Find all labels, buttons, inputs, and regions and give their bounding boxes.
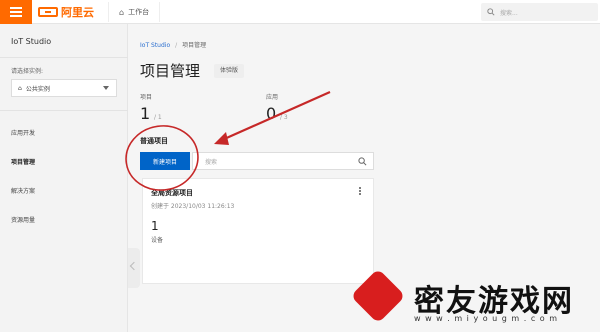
breadcrumb-separator: / [175, 42, 178, 49]
stat-app-limit: / 3 [280, 114, 288, 121]
project-card[interactable]: 全局资源项目 创建于 2023/10/03 11:26:13 1 设备 [142, 178, 374, 284]
aliyun-logo-icon [38, 7, 58, 17]
building-icon: ⌂ [18, 84, 22, 92]
instance-value: 公共实例 [25, 85, 50, 93]
more-options-icon[interactable] [359, 187, 361, 196]
instance-select[interactable]: ⌂ 公共实例 [11, 79, 117, 97]
logo-text: 阿里云 [61, 6, 94, 19]
edition-badge: 体验版 [214, 64, 245, 78]
chevron-down-icon [103, 86, 109, 90]
divider [0, 110, 128, 111]
annotation-arrowhead [214, 132, 229, 145]
breadcrumb-current: 项目管理 [182, 42, 207, 49]
watermark: 密友游戏网 w w w . m i y o u g m . c o m [350, 268, 592, 330]
sidebar-collapse-handle[interactable] [128, 248, 140, 288]
breadcrumb: IoT Studio / 项目管理 [140, 40, 206, 49]
sidebar-item-solutions[interactable]: 解决方案 [11, 186, 35, 195]
project-search-input[interactable]: 搜索 [192, 152, 374, 170]
breadcrumb-root-link[interactable]: IoT Studio [140, 42, 170, 49]
aliyun-logo[interactable]: 阿里云 [38, 4, 94, 20]
sidebar-item-project-management[interactable]: 项目管理 [11, 157, 35, 166]
project-card-device-unit: 设备 [151, 237, 164, 244]
workbench-button[interactable]: ⌂ 工作台 [108, 2, 161, 22]
page-title: 项目管理 [140, 62, 201, 80]
new-project-button[interactable]: 新建项目 [140, 152, 190, 170]
search-icon[interactable] [358, 157, 367, 166]
sidebar-item-app-dev[interactable]: 应用开发 [11, 128, 35, 137]
project-card-device-count: 1 [151, 219, 159, 233]
stat-app-label: 应用 [266, 94, 279, 101]
watermark-logo-icon [350, 268, 406, 324]
workbench-label: 工作台 [128, 8, 150, 16]
global-search-placeholder: 搜索... [500, 9, 518, 17]
project-card-created: 创建于 2023/10/03 11:26:13 [151, 203, 235, 210]
sidebar: IoT Studio 请选择实例: ⌂ 公共实例 应用开发 项目管理 解决方案 … [0, 24, 128, 332]
stat-app-value: 0 [266, 104, 277, 123]
instance-label: 请选择实例: [11, 68, 44, 75]
global-search-input[interactable]: 搜索... [481, 3, 598, 21]
project-search-placeholder: 搜索 [205, 158, 218, 166]
stat-project-label: 项目 [140, 94, 153, 101]
stat-project-value: 1 [140, 104, 151, 123]
project-card-title: 全局资源项目 [151, 189, 193, 197]
search-icon [487, 8, 495, 16]
sidebar-item-resource-usage[interactable]: 资源用量 [11, 215, 35, 224]
section-title: 普通项目 [140, 137, 168, 145]
watermark-url: w w w . m i y o u g m . c o m [414, 314, 558, 323]
stat-project-limit: / 1 [154, 114, 162, 121]
top-bar: 阿里云 ⌂ 工作台 搜索... [0, 0, 600, 24]
divider [0, 57, 128, 58]
home-icon: ⌂ [119, 7, 125, 17]
menu-icon[interactable] [0, 0, 32, 24]
sidebar-title: IoT Studio [11, 37, 52, 46]
